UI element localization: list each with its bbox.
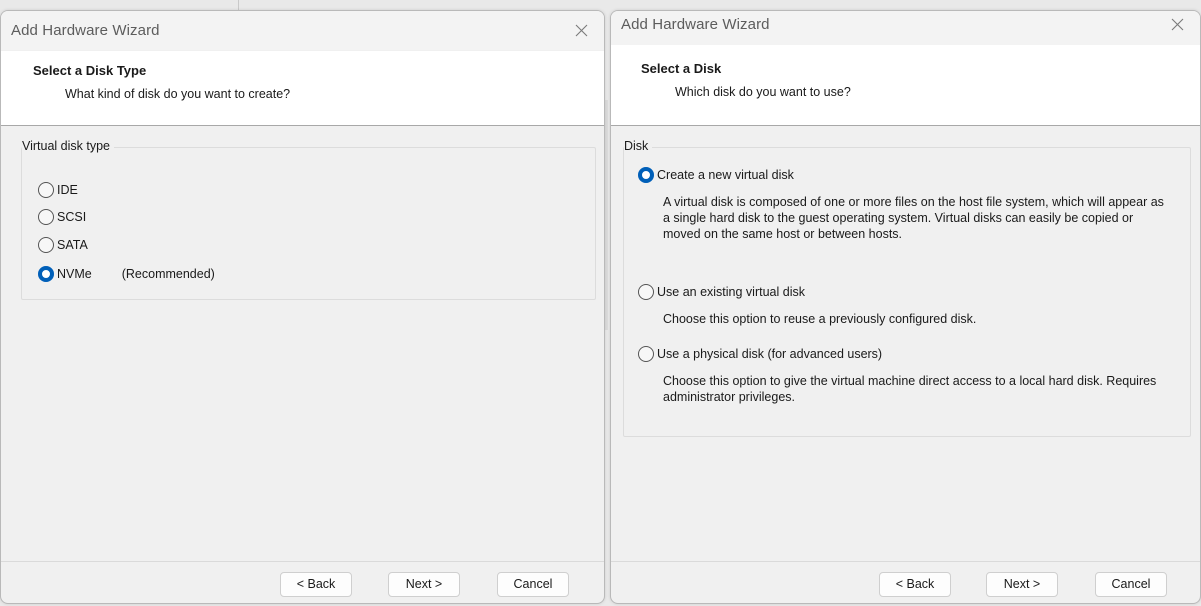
radio-label: SCSI [57, 210, 87, 224]
close-button[interactable] [558, 11, 604, 50]
background-edge [238, 0, 239, 10]
title-bar: Add Hardware Wizard [611, 11, 1200, 50]
recommended-note: (Recommended) [121, 267, 215, 281]
disk-group: Disk Create a new virtual disk A virtual… [623, 139, 1191, 437]
virtual-disk-type-group: Virtual disk type IDE SCSI SATA NVMe (Re… [21, 139, 596, 300]
radio-label: Create a new virtual disk [657, 168, 794, 182]
radio-use-physical-disk[interactable]: Use a physical disk (for advanced users) [638, 346, 882, 362]
group-label: Virtual disk type [22, 139, 115, 153]
page-title: Select a Disk [641, 61, 722, 76]
radio-button-icon [638, 284, 654, 300]
cancel-button[interactable]: Cancel [497, 572, 569, 597]
wizard-header: Select a Disk Type What kind of disk do … [1, 51, 604, 126]
radio-button-icon [38, 237, 54, 253]
add-hardware-wizard-select-disk: Add Hardware Wizard Select a Disk Which … [610, 10, 1201, 604]
close-button[interactable] [1154, 11, 1200, 44]
cancel-button[interactable]: Cancel [1095, 572, 1167, 597]
wizard-header: Select a Disk Which disk do you want to … [611, 45, 1200, 126]
radio-sata[interactable]: SATA [38, 237, 88, 253]
radio-button-icon [638, 346, 654, 362]
page-title: Select a Disk Type [33, 63, 147, 78]
option-description: Choose this option to give the virtual m… [663, 374, 1157, 404]
radio-label: NVMe [57, 267, 92, 281]
next-button[interactable]: Next > [986, 572, 1058, 597]
title-bar: Add Hardware Wizard [1, 11, 604, 50]
back-button[interactable]: < Back [280, 572, 352, 597]
radio-label: Use an existing virtual disk [657, 285, 805, 299]
next-button[interactable]: Next > [388, 572, 460, 597]
radio-scsi[interactable]: SCSI [38, 209, 86, 225]
footer-divider [1, 561, 604, 562]
window-title: Add Hardware Wizard [11, 22, 160, 39]
radio-ide[interactable]: IDE [38, 182, 78, 198]
page-subtitle: Which disk do you want to use? [675, 85, 851, 99]
radio-label: Use a physical disk (for advanced users) [657, 347, 883, 361]
close-icon [1171, 18, 1183, 31]
radio-label: SATA [57, 238, 88, 252]
radio-label: IDE [57, 183, 78, 197]
radio-button-selected-icon [38, 266, 54, 282]
radio-nvme[interactable]: NVMe (Recommended) [38, 266, 215, 282]
window-title: Add Hardware Wizard [621, 16, 770, 33]
close-icon [575, 24, 587, 37]
footer-divider [611, 561, 1200, 562]
radio-use-existing-virtual-disk[interactable]: Use an existing virtual disk [638, 284, 805, 300]
back-button[interactable]: < Back [879, 572, 951, 597]
radio-button-icon [38, 209, 54, 225]
page-subtitle: What kind of disk do you want to create? [65, 87, 291, 101]
option-description: Choose this option to reuse a previously… [663, 312, 977, 326]
radio-button-icon [38, 182, 54, 198]
radio-create-new-virtual-disk[interactable]: Create a new virtual disk [638, 167, 794, 183]
radio-button-selected-icon [638, 167, 654, 183]
option-description: A virtual disk is composed of one or mor… [663, 195, 1164, 241]
group-label: Disk [624, 139, 653, 153]
add-hardware-wizard-disk-type: Add Hardware Wizard Select a Disk Type W… [0, 10, 605, 604]
background-edge [605, 100, 608, 330]
